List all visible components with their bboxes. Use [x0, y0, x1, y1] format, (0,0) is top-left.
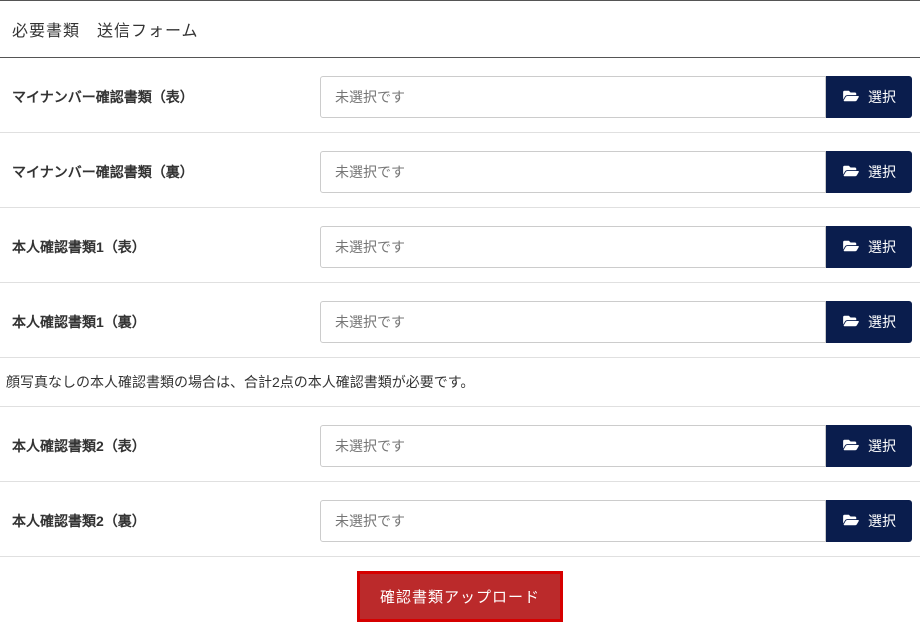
note-text: 顔写真なしの本人確認書類の場合は、合計2点の本人確認書類が必要です。 [0, 358, 920, 407]
submit-wrap: 確認書類アップロード [0, 557, 920, 636]
row-input-wrap: 選択 [320, 151, 920, 193]
file-input-id1-back[interactable] [320, 301, 826, 343]
select-button-label: 選択 [868, 436, 896, 456]
select-button-mynumber-back[interactable]: 選択 [826, 151, 912, 193]
file-input-mynumber-front[interactable] [320, 76, 826, 118]
folder-open-icon [842, 314, 860, 331]
upload-row-id2-front: 本人確認書類2（表） 選択 [0, 407, 920, 482]
select-button-label: 選択 [868, 237, 896, 257]
form-title: 必要書類 送信フォーム [12, 17, 908, 41]
upload-row-mynumber-back: マイナンバー確認書類（裏） 選択 [0, 133, 920, 208]
row-input-wrap: 選択 [320, 226, 920, 268]
upload-row-id2-back: 本人確認書類2（裏） 選択 [0, 482, 920, 557]
select-button-id1-back[interactable]: 選択 [826, 301, 912, 343]
upload-form: 必要書類 送信フォーム マイナンバー確認書類（表） 選択 マイナンバー確認書類（… [0, 0, 920, 636]
row-input-wrap: 選択 [320, 301, 920, 343]
row-label: 本人確認書類1（裏） [0, 312, 320, 332]
row-input-wrap: 選択 [320, 425, 920, 467]
file-input-id1-front[interactable] [320, 226, 826, 268]
select-button-label: 選択 [868, 312, 896, 332]
row-label: マイナンバー確認書類（表） [0, 87, 320, 107]
row-input-wrap: 選択 [320, 76, 920, 118]
row-label: マイナンバー確認書類（裏） [0, 162, 320, 182]
upload-submit-button[interactable]: 確認書類アップロード [357, 571, 563, 622]
row-input-wrap: 選択 [320, 500, 920, 542]
upload-row-mynumber-front: マイナンバー確認書類（表） 選択 [0, 58, 920, 133]
row-label: 本人確認書類2（表） [0, 436, 320, 456]
file-input-id2-back[interactable] [320, 500, 826, 542]
select-button-label: 選択 [868, 511, 896, 531]
folder-open-icon [842, 89, 860, 106]
row-label: 本人確認書類1（表） [0, 237, 320, 257]
select-button-mynumber-front[interactable]: 選択 [826, 76, 912, 118]
folder-open-icon [842, 438, 860, 455]
row-label: 本人確認書類2（裏） [0, 511, 320, 531]
select-button-id1-front[interactable]: 選択 [826, 226, 912, 268]
folder-open-icon [842, 513, 860, 530]
file-input-mynumber-back[interactable] [320, 151, 826, 193]
select-button-id2-front[interactable]: 選択 [826, 425, 912, 467]
select-button-label: 選択 [868, 87, 896, 107]
select-button-label: 選択 [868, 162, 896, 182]
form-title-section: 必要書類 送信フォーム [0, 0, 920, 58]
upload-row-id1-back: 本人確認書類1（裏） 選択 [0, 283, 920, 358]
file-input-id2-front[interactable] [320, 425, 826, 467]
folder-open-icon [842, 164, 860, 181]
folder-open-icon [842, 239, 860, 256]
select-button-id2-back[interactable]: 選択 [826, 500, 912, 542]
upload-row-id1-front: 本人確認書類1（表） 選択 [0, 208, 920, 283]
